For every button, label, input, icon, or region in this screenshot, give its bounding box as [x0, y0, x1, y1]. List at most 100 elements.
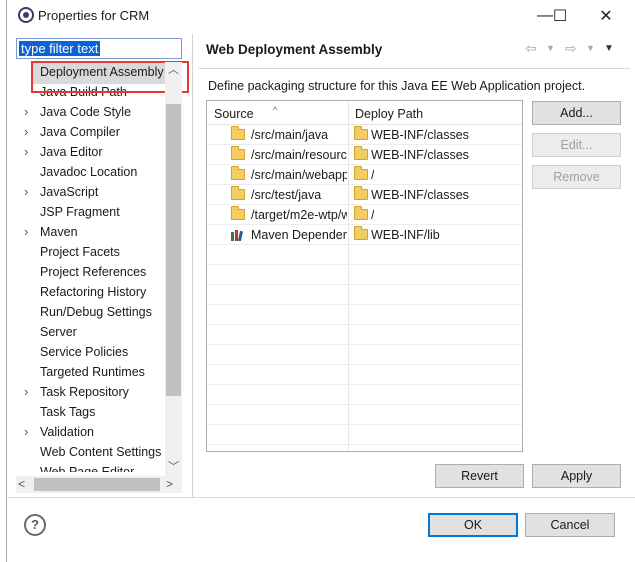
panel-divider[interactable]	[192, 34, 193, 497]
tree-item[interactable]: JSP Fragment	[16, 202, 176, 222]
tree-item-label: Project Facets	[40, 245, 120, 259]
tree-item[interactable]: Targeted Runtimes	[16, 362, 176, 382]
table-row[interactable]	[207, 265, 522, 285]
revert-button[interactable]: Revert	[435, 464, 524, 488]
tree-item[interactable]: › Java Compiler	[16, 122, 176, 142]
deploy-path-cell: WEB-INF/classes	[371, 188, 469, 202]
ok-button[interactable]: OK	[428, 513, 518, 537]
chevron-right-icon[interactable]: >	[166, 476, 173, 493]
table-row[interactable]	[207, 365, 522, 385]
table-row[interactable]	[207, 385, 522, 405]
cancel-button[interactable]: Cancel	[525, 513, 615, 537]
deployment-table[interactable]: Source ^ Deploy Path /src/main/java WEB-I…	[206, 100, 523, 452]
chevron-down-icon[interactable]: ﹀	[165, 459, 182, 476]
table-row[interactable]: /target/m2e-wtp/web-resources /	[207, 205, 522, 225]
tree-item[interactable]: Service Policies	[16, 342, 176, 362]
sort-ascending-icon: ^	[273, 105, 278, 115]
chevron-up-icon[interactable]: ︿	[165, 62, 182, 79]
title-bar: Properties for CRM — ☐ ✕	[7, 0, 635, 31]
window-title: Properties for CRM	[38, 8, 150, 23]
table-row[interactable]	[207, 285, 522, 305]
tree-item[interactable]: Server	[16, 322, 176, 342]
tree-item-label: Targeted Runtimes	[40, 365, 145, 379]
chevron-right-icon[interactable]: ›	[24, 422, 34, 442]
tree-item[interactable]: › Validation	[16, 422, 176, 442]
tree-item-label: Javadoc Location	[40, 165, 138, 179]
tree-item[interactable]: Task Tags	[16, 402, 176, 422]
tree-item-label: Validation	[40, 425, 94, 439]
tree-item[interactable]: Web Page Editor	[16, 462, 176, 472]
table-row[interactable]: /src/main/java WEB-INF/classes	[207, 125, 522, 145]
add-button[interactable]: Add...	[532, 101, 621, 125]
tree-item-label: Maven	[40, 225, 78, 239]
apply-button[interactable]: Apply	[532, 464, 621, 488]
deploy-path-cell: WEB-INF/classes	[371, 128, 469, 142]
tree-item-label: Task Tags	[40, 405, 96, 419]
close-button[interactable]: ✕	[583, 0, 629, 31]
tree-item[interactable]: › Maven	[16, 222, 176, 242]
deploy-path-cell: /	[371, 208, 375, 222]
tree-item[interactable]: Javadoc Location	[16, 162, 176, 182]
folder-icon	[354, 186, 368, 200]
tree-item[interactable]: Run/Debug Settings	[16, 302, 176, 322]
view-menu-icon[interactable]: ▼	[604, 43, 614, 54]
table-row[interactable]	[207, 405, 522, 425]
remove-button[interactable]: Remove	[532, 165, 621, 189]
tree-item[interactable]: › Task Repository	[16, 382, 176, 402]
chevron-down-icon[interactable]: ▼	[586, 43, 595, 53]
table-row[interactable]: Maven Dependencies WEB-INF/lib	[207, 225, 522, 245]
preference-tree: Deployment Assembly Java Build Path › Java …	[16, 62, 182, 472]
maximize-button[interactable]: ☐	[537, 0, 583, 31]
table-row[interactable]	[207, 245, 522, 265]
table-row[interactable]: /src/main/resources WEB-INF/classes	[207, 145, 522, 165]
page-description: Define packaging structure for this Java…	[208, 79, 586, 93]
table-row[interactable]	[207, 425, 522, 445]
chevron-right-icon[interactable]: ›	[24, 222, 34, 242]
scroll-thumb[interactable]	[34, 478, 160, 491]
table-row[interactable]	[207, 325, 522, 345]
eclipse-icon	[18, 7, 34, 23]
chevron-right-icon[interactable]: ›	[24, 382, 34, 402]
filter-text: type filter text	[19, 41, 101, 56]
table-row[interactable]	[207, 345, 522, 365]
scroll-thumb[interactable]	[166, 104, 181, 396]
tree-item[interactable]: › Java Editor	[16, 142, 176, 162]
chevron-left-icon[interactable]: <	[18, 476, 25, 493]
tree-item[interactable]: Project Facets	[16, 242, 176, 262]
folder-icon	[354, 126, 368, 140]
tree-item-label: Run/Debug Settings	[40, 305, 152, 319]
table-row[interactable]: /src/main/webapp /	[207, 165, 522, 185]
back-arrow-icon[interactable]: ⇦	[525, 40, 537, 57]
column-header-deploy-path[interactable]: Deploy Path	[348, 101, 522, 125]
chevron-right-icon[interactable]: ›	[24, 142, 34, 162]
chevron-right-icon[interactable]: ›	[24, 102, 34, 122]
tree-item-label: Service Policies	[40, 345, 129, 359]
tree-item[interactable]: Refactoring History	[16, 282, 176, 302]
source-cell: /src/main/webapp	[251, 168, 347, 182]
tree-item[interactable]: › Java Code Style	[16, 102, 176, 122]
header-separator	[198, 68, 630, 69]
tree-item[interactable]: › JavaScript	[16, 182, 176, 202]
filter-input[interactable]: type filter text	[16, 38, 182, 59]
tree-item-label: Server	[40, 325, 77, 339]
source-cell: /src/main/resources	[251, 148, 347, 162]
column-label: Source	[214, 107, 254, 121]
forward-arrow-icon[interactable]: ⇨	[565, 40, 577, 57]
chevron-down-icon[interactable]: ▼	[546, 43, 555, 53]
chevron-right-icon[interactable]: ›	[24, 122, 34, 142]
tree-item-label: Web Content Settings	[40, 445, 162, 459]
column-header-source[interactable]: Source ^	[207, 101, 348, 125]
edit-button[interactable]: Edit...	[532, 133, 621, 157]
chevron-right-icon[interactable]: ›	[24, 182, 34, 202]
tree-vertical-scrollbar[interactable]: ︿ ﹀	[165, 62, 182, 476]
source-cell: /target/m2e-wtp/web-resources	[251, 208, 347, 222]
table-row[interactable]: /src/test/java WEB-INF/classes	[207, 185, 522, 205]
folder-icon	[354, 146, 368, 160]
tree-item[interactable]: Project References	[16, 262, 176, 282]
help-icon[interactable]: ?	[24, 514, 46, 536]
folder-icon	[231, 166, 245, 180]
tree-item[interactable]: Web Content Settings	[16, 442, 176, 462]
folder-icon	[354, 226, 368, 240]
table-row[interactable]	[207, 305, 522, 325]
tree-horizontal-scrollbar[interactable]: < >	[16, 476, 182, 493]
